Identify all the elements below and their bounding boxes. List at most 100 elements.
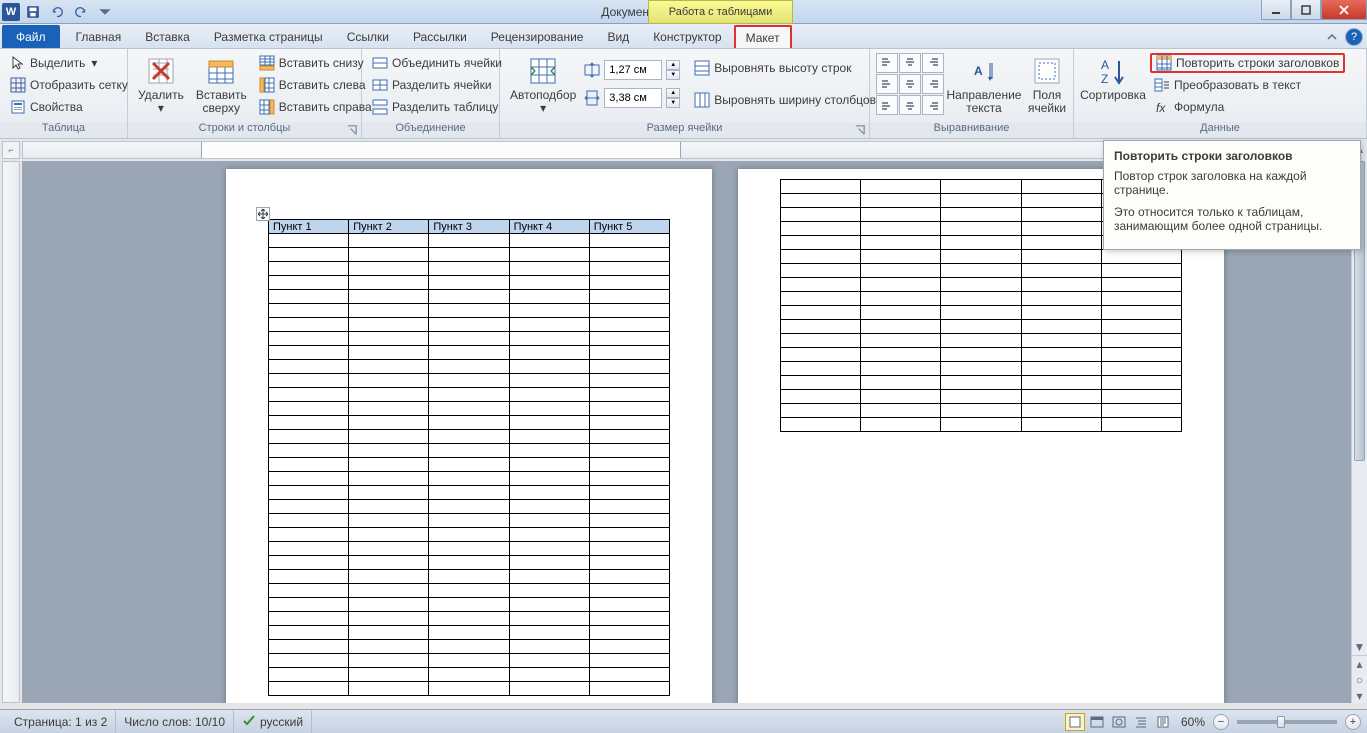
align-top-center[interactable]: [899, 53, 921, 73]
col-width-input[interactable]: [604, 88, 662, 108]
tab-references[interactable]: Ссылки: [335, 25, 401, 48]
full-screen-view[interactable]: [1087, 713, 1107, 731]
group-label-align: Выравнивание: [870, 122, 1073, 138]
group-label-rowscols: Строки и столбцы: [128, 122, 361, 138]
align-bot-left[interactable]: [876, 95, 898, 115]
zoom-level[interactable]: 60%: [1181, 715, 1205, 729]
spellcheck-icon: [242, 713, 256, 730]
view-gridlines-button[interactable]: Отобразить сетку: [6, 75, 132, 95]
merge-cells-button[interactable]: Объединить ячейки: [368, 53, 506, 73]
collapse-ribbon-button[interactable]: [1323, 28, 1341, 46]
text-direction-button[interactable]: A Направление текста: [948, 53, 1020, 119]
split-table-icon: [372, 99, 388, 115]
insert-below-button[interactable]: Вставить снизу: [255, 53, 376, 73]
split-table-button[interactable]: Разделить таблицу: [368, 97, 506, 117]
tab-insert[interactable]: Вставка: [133, 25, 202, 48]
align-bot-center[interactable]: [899, 95, 921, 115]
cursor-icon: [10, 55, 26, 71]
ribbon: Выделить▾ Отобразить сетку Свойства Табл…: [0, 49, 1367, 139]
align-mid-center[interactable]: [899, 74, 921, 94]
tab-design[interactable]: Конструктор: [641, 25, 733, 48]
formula-icon: fx: [1154, 99, 1170, 115]
insert-above-label: Вставить сверху: [196, 89, 247, 115]
cell-margins-button[interactable]: Поля ячейки: [1024, 53, 1070, 119]
tab-review[interactable]: Рецензирование: [479, 25, 596, 48]
cellsize-launcher[interactable]: [853, 123, 867, 137]
convert-to-text-button[interactable]: Преобразовать в текст: [1150, 75, 1345, 95]
minimize-button[interactable]: [1261, 0, 1291, 20]
insert-left-button[interactable]: Вставить слева: [255, 75, 376, 95]
delete-button[interactable]: Удалить▾: [134, 53, 188, 119]
repeat-header-rows-button[interactable]: Повторить строки заголовков: [1150, 53, 1345, 73]
convert-text-icon: [1154, 77, 1170, 93]
autofit-button[interactable]: Автоподбор▾: [506, 53, 580, 119]
distribute-cols-icon: [694, 92, 710, 108]
zoom-in-button[interactable]: +: [1345, 714, 1361, 730]
web-layout-view[interactable]: [1109, 713, 1129, 731]
table-move-handle[interactable]: [256, 207, 270, 221]
sort-button[interactable]: AZ Сортировка: [1080, 53, 1146, 119]
properties-icon: [10, 99, 26, 115]
group-label-cellsize: Размер ячейки: [500, 122, 869, 138]
split-cells-button[interactable]: Разделить ячейки: [368, 75, 506, 95]
group-label-data: Данные: [1074, 122, 1366, 138]
status-language[interactable]: русский: [234, 710, 312, 733]
tab-page-layout[interactable]: Разметка страницы: [202, 25, 335, 48]
alignment-grid: [876, 53, 944, 115]
zoom-out-button[interactable]: −: [1213, 714, 1229, 730]
redo-button[interactable]: [70, 2, 92, 22]
draft-view[interactable]: [1153, 713, 1173, 731]
title-bar: W Документ108 - Microsoft Word Работа с …: [0, 0, 1367, 24]
tab-file[interactable]: Файл: [2, 25, 60, 48]
zoom-slider[interactable]: [1237, 720, 1337, 724]
save-button[interactable]: [22, 2, 44, 22]
maximize-button[interactable]: [1291, 0, 1321, 20]
insert-right-button[interactable]: Вставить справа: [255, 97, 376, 117]
align-top-right[interactable]: [922, 53, 944, 73]
status-words[interactable]: Число слов: 10/10: [116, 710, 234, 733]
tab-view[interactable]: Вид: [595, 25, 641, 48]
insert-above-button[interactable]: Вставить сверху: [192, 53, 251, 119]
tooltip-title: Повторить строки заголовков: [1114, 149, 1350, 163]
group-label-merge: Объединение: [362, 122, 499, 138]
formula-button[interactable]: fxФормула: [1150, 97, 1345, 117]
word-app-icon: W: [2, 3, 20, 21]
status-page[interactable]: Страница: 1 из 2: [6, 710, 116, 733]
ruler-corner[interactable]: ⌐: [2, 141, 20, 159]
align-bot-right[interactable]: [922, 95, 944, 115]
print-layout-view[interactable]: [1065, 713, 1085, 731]
width-up[interactable]: ▲: [666, 88, 680, 98]
next-page-button[interactable]: ▾: [1352, 688, 1367, 704]
row-height-input[interactable]: [604, 60, 662, 80]
select-button[interactable]: Выделить▾: [6, 53, 132, 73]
tab-layout[interactable]: Макет: [734, 25, 792, 48]
properties-button[interactable]: Свойства: [6, 97, 132, 117]
tab-home[interactable]: Главная: [64, 25, 134, 48]
align-top-left[interactable]: [876, 53, 898, 73]
distribute-rows-button[interactable]: Выровнять высоту строк: [690, 53, 880, 83]
repeat-header-icon: [1156, 55, 1172, 71]
align-mid-right[interactable]: [922, 74, 944, 94]
width-down[interactable]: ▼: [666, 98, 680, 108]
insert-below-icon: [259, 55, 275, 71]
scroll-down[interactable]: ▼: [1352, 639, 1367, 655]
tooltip-body-2: Это относится только к таблицам, занимаю…: [1114, 205, 1350, 233]
help-button[interactable]: ?: [1345, 28, 1363, 46]
rowscols-launcher[interactable]: [345, 123, 359, 137]
prev-page-button[interactable]: ▴: [1352, 656, 1367, 672]
qat-customize-dropdown[interactable]: [94, 2, 116, 22]
close-button[interactable]: [1321, 0, 1367, 20]
row-height-icon: [584, 62, 600, 78]
height-up[interactable]: ▲: [666, 60, 680, 70]
align-mid-left[interactable]: [876, 74, 898, 94]
outline-view[interactable]: [1131, 713, 1151, 731]
distribute-cols-button[interactable]: Выровнять ширину столбцов: [690, 85, 880, 115]
vertical-ruler[interactable]: [2, 161, 20, 703]
height-down[interactable]: ▼: [666, 70, 680, 80]
tab-mailings[interactable]: Рассылки: [401, 25, 479, 48]
row-height-field[interactable]: ▲▼: [584, 59, 680, 81]
document-table-page1[interactable]: Пункт 1Пункт 2Пункт 3Пункт 4Пункт 5: [268, 219, 670, 696]
col-width-field[interactable]: ▲▼: [584, 87, 680, 109]
browse-object-button[interactable]: ○: [1352, 672, 1367, 688]
undo-button[interactable]: [46, 2, 68, 22]
